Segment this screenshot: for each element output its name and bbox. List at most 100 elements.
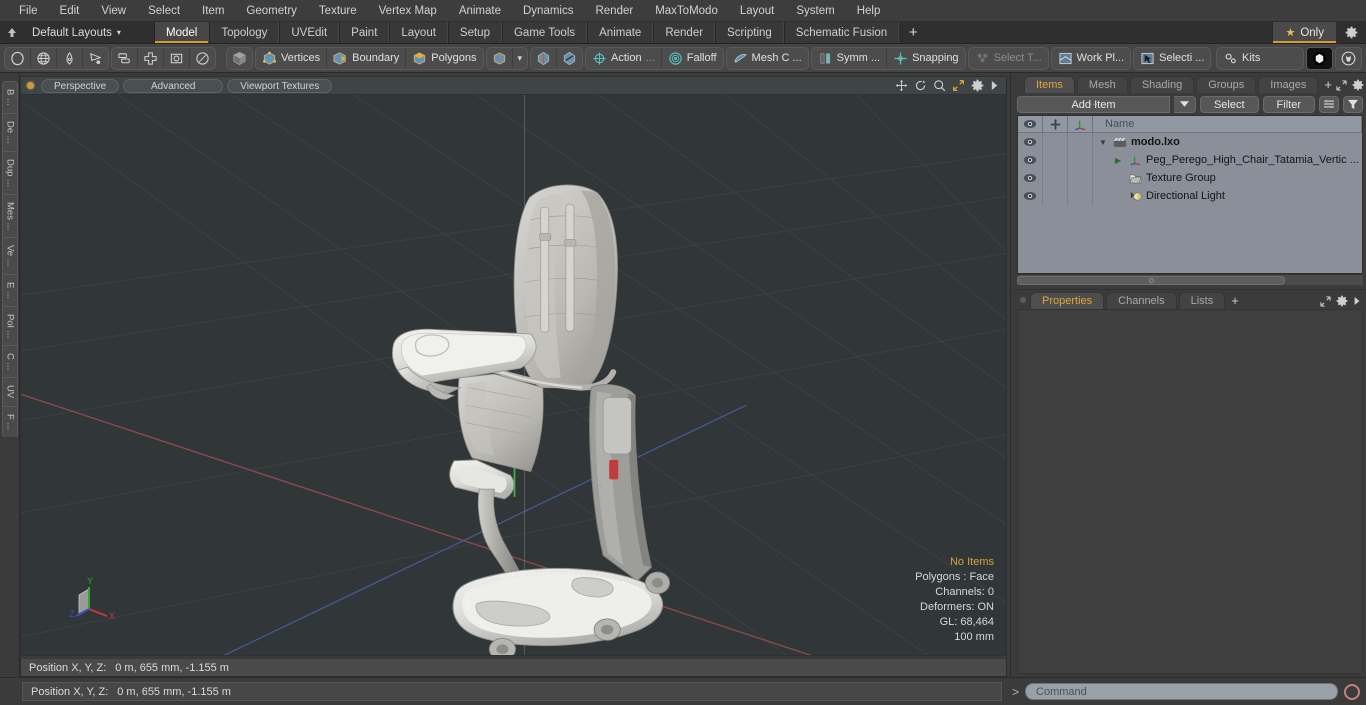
record-icon[interactable] bbox=[1344, 683, 1360, 700]
item-row-mesh[interactable]: ▶ Peg_Perego_High_Chair_Tatamia_Vertic .… bbox=[1093, 154, 1362, 166]
expander-icon[interactable]: ▶ bbox=[1115, 156, 1125, 165]
row-lock-cell[interactable] bbox=[1043, 187, 1068, 205]
tab-setup[interactable]: Setup bbox=[447, 22, 502, 43]
add-panel-tab-button[interactable]: + bbox=[1320, 77, 1336, 93]
filter-button[interactable]: Filter bbox=[1262, 95, 1315, 113]
tab-groups[interactable]: Groups bbox=[1196, 76, 1257, 93]
vtab-curve[interactable]: C ... bbox=[1, 344, 18, 379]
item-row-scene[interactable]: ▼ modo.lxo bbox=[1093, 136, 1362, 148]
row-transform-cell[interactable] bbox=[1068, 151, 1093, 169]
tab-items[interactable]: Items bbox=[1024, 76, 1075, 93]
transform-column-header[interactable] bbox=[1068, 115, 1093, 133]
table-row[interactable]: ▶ Peg_Perego_High_Chair_Tatamia_Vertic .… bbox=[1018, 151, 1362, 169]
properties-panel-body[interactable] bbox=[1017, 309, 1363, 674]
selection-set-button[interactable]: Selecti ... bbox=[1134, 48, 1210, 69]
rotate-view-icon[interactable] bbox=[914, 79, 927, 92]
vtab-polygon[interactable]: Pol ... bbox=[1, 305, 18, 346]
add-layout-tab-button[interactable]: + bbox=[899, 22, 927, 43]
tab-images[interactable]: Images bbox=[1258, 76, 1319, 93]
polygons-mode-button[interactable]: Polygons bbox=[406, 48, 482, 69]
menu-item-texture[interactable]: Texture bbox=[308, 0, 368, 22]
menu-item-maxtomodo[interactable]: MaxToModo bbox=[644, 0, 729, 22]
tab-mesh-ops[interactable]: Mesh ... bbox=[1076, 76, 1128, 108]
tab-render[interactable]: Render bbox=[653, 22, 716, 43]
tab-scripting[interactable]: Scripting bbox=[715, 22, 784, 43]
square-prim-tool-icon[interactable] bbox=[164, 47, 190, 69]
vertices-mode-button[interactable]: Vertices bbox=[256, 47, 328, 69]
tab-layout[interactable]: Layout bbox=[389, 22, 448, 43]
scrollbar-thumb[interactable] bbox=[1017, 275, 1285, 285]
vtab-uv[interactable]: UV bbox=[1, 377, 18, 407]
kits-button[interactable]: Kits bbox=[1217, 48, 1303, 69]
item-row-texture-group[interactable]: Texture Group bbox=[1093, 172, 1362, 184]
modo-ball-icon[interactable] bbox=[1306, 46, 1333, 70]
snapping-button[interactable]: Snapping bbox=[887, 48, 965, 69]
menu-item-edit[interactable]: Edit bbox=[49, 0, 91, 22]
tab-uvedit[interactable]: UVEdit bbox=[279, 22, 340, 43]
ellipse-tool-icon[interactable] bbox=[5, 47, 31, 69]
tab-lists[interactable]: Lists bbox=[1178, 292, 1226, 309]
pen-tool-icon[interactable] bbox=[57, 47, 83, 69]
vtab-mesh-edit[interactable]: Mes ... bbox=[1, 193, 18, 239]
symmetry-button[interactable]: Symm ... bbox=[812, 47, 888, 69]
circle-prim-tool-icon[interactable] bbox=[190, 48, 215, 69]
component-mode-caret-icon[interactable]: ▾ bbox=[513, 48, 528, 69]
vtab-edge[interactable]: E ... bbox=[1, 273, 18, 307]
unreal-engine-icon[interactable] bbox=[1335, 46, 1362, 70]
tab-properties[interactable]: Properties bbox=[1030, 292, 1105, 309]
layout-settings-gear-icon[interactable] bbox=[1336, 22, 1366, 43]
expand-arrows-icon[interactable] bbox=[1336, 79, 1347, 91]
vtab-deform[interactable]: De ... bbox=[1, 112, 18, 152]
move-view-icon[interactable] bbox=[895, 79, 908, 92]
zoom-view-icon[interactable] bbox=[933, 79, 946, 92]
properties-gear-icon[interactable] bbox=[1336, 295, 1348, 307]
menu-item-vertex-map[interactable]: Vertex Map bbox=[368, 0, 448, 22]
table-row[interactable]: ▼ modo.lxo bbox=[1018, 133, 1362, 151]
row-transform-cell[interactable] bbox=[1068, 169, 1093, 187]
menu-item-select[interactable]: Select bbox=[137, 0, 191, 22]
globe-tool-icon[interactable] bbox=[31, 47, 57, 69]
tab-animate[interactable]: Animate bbox=[587, 22, 654, 43]
tab-game-tools[interactable]: Game Tools bbox=[501, 22, 588, 43]
expander-icon[interactable]: ▼ bbox=[1099, 138, 1109, 147]
row-transform-cell[interactable] bbox=[1068, 187, 1093, 205]
item-list[interactable]: Name ▼ modo.lxo ▶ Peg_Perego_High_Chair_… bbox=[1017, 115, 1363, 274]
cross-prim-tool-icon[interactable] bbox=[138, 47, 164, 69]
panel-gear-icon[interactable] bbox=[1352, 79, 1364, 91]
viewport-more-icon[interactable] bbox=[990, 80, 999, 91]
tab-model[interactable]: Model bbox=[154, 22, 210, 43]
default-layouts-dropdown[interactable]: Default Layouts ▾ bbox=[24, 22, 154, 43]
menu-item-animate[interactable]: Animate bbox=[448, 0, 512, 22]
add-item-dropdown-icon[interactable] bbox=[1173, 95, 1196, 113]
row-lock-cell[interactable] bbox=[1043, 151, 1068, 169]
vtab-basic[interactable]: B ... bbox=[1, 81, 18, 114]
visibility-column-header[interactable] bbox=[1018, 115, 1043, 133]
mirror-b-icon[interactable] bbox=[557, 48, 582, 69]
tab-topology[interactable]: Topology bbox=[209, 22, 280, 43]
select-through-button[interactable]: Select T... bbox=[969, 48, 1048, 69]
vtab-vertex[interactable]: Ve ... bbox=[1, 237, 18, 275]
select-button[interactable]: Select bbox=[1199, 95, 1259, 113]
fit-view-icon[interactable] bbox=[952, 79, 965, 92]
falloff-button[interactable]: Falloff bbox=[662, 48, 723, 69]
work-plane-button[interactable]: Work Pl... bbox=[1052, 48, 1130, 69]
table-row[interactable]: Directional Light bbox=[1018, 187, 1362, 205]
cube-outline-icon[interactable] bbox=[487, 47, 513, 69]
item-row-directional-light[interactable]: Directional Light bbox=[1093, 190, 1362, 202]
table-row[interactable]: Texture Group bbox=[1018, 169, 1362, 187]
mesh-constraint-button[interactable]: Mesh C ... bbox=[727, 48, 808, 69]
row-visibility-toggle[interactable] bbox=[1018, 169, 1043, 187]
cube-prim-tool-icon[interactable] bbox=[112, 47, 138, 69]
properties-more-icon[interactable] bbox=[1353, 296, 1361, 306]
menu-item-layout[interactable]: Layout bbox=[729, 0, 786, 22]
3d-viewport[interactable]: No Items Polygons : Face Channels: 0 Def… bbox=[20, 94, 1007, 656]
row-lock-cell[interactable] bbox=[1043, 133, 1068, 151]
tab-channels[interactable]: Channels bbox=[1106, 292, 1177, 309]
row-visibility-toggle[interactable] bbox=[1018, 187, 1043, 205]
menu-item-file[interactable]: File bbox=[8, 0, 49, 22]
vtab-duplicate[interactable]: Dup ... bbox=[1, 150, 18, 195]
menu-item-dynamics[interactable]: Dynamics bbox=[512, 0, 584, 22]
viewport-textures-dropdown[interactable]: Viewport Textures bbox=[227, 78, 333, 93]
vtab-falloff[interactable]: F ... bbox=[1, 405, 18, 438]
command-input[interactable]: Command bbox=[1025, 683, 1338, 700]
